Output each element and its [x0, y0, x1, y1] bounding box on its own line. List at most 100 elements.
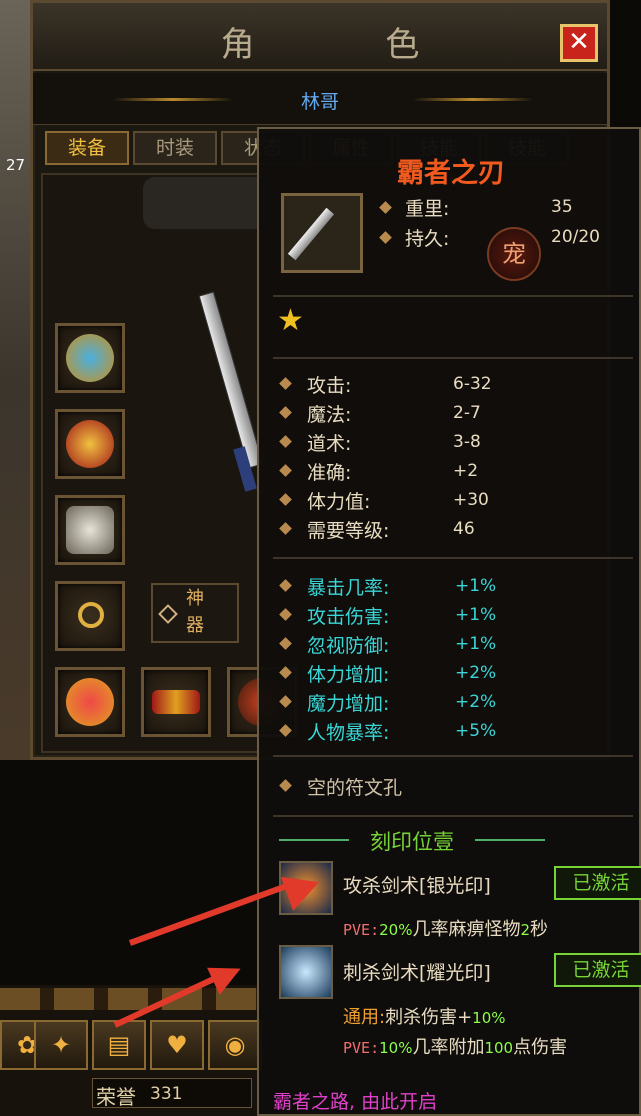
- stat-magic-value: 2-7: [453, 403, 481, 423]
- stat-taoism-value: 3-8: [453, 432, 481, 452]
- side-number: 27: [6, 156, 26, 174]
- seal-2-line1-pct: 10%: [472, 1009, 506, 1027]
- seal-1-name: 攻杀剑术[银光印]: [343, 875, 491, 897]
- window-titlebar[interactable]: 角 色 ✕: [33, 3, 607, 71]
- stat-accuracy-value: +2: [453, 461, 479, 481]
- close-button[interactable]: ✕: [560, 24, 598, 62]
- bullet-icon: [279, 724, 292, 737]
- seal-2-name: 刺杀剑术[耀光印]: [343, 962, 491, 984]
- game-world-left: [0, 0, 30, 760]
- bullet-icon: [279, 779, 292, 792]
- necklace-icon: [66, 334, 114, 382]
- mail-button[interactable]: ◉: [208, 1020, 262, 1070]
- seal-2-effect-line2: PVE:10%几率附加100点伤害: [343, 1033, 567, 1059]
- weapon-model: [198, 291, 264, 469]
- stat-hp-value: +30: [453, 490, 489, 510]
- seal-2-effect-mid: 几率附加: [412, 1037, 485, 1058]
- durability-label: 持久:: [405, 228, 450, 250]
- honor-label: 荣誉: [96, 1085, 136, 1109]
- seal-2-effect-line1: 通用:刺杀伤害+10%: [343, 1003, 506, 1029]
- bullet-icon: [279, 666, 292, 679]
- ornament-right: [413, 98, 533, 101]
- bullet-icon: [379, 231, 392, 244]
- seal-2-effect-pct: 10%: [379, 1039, 413, 1057]
- divider: [273, 557, 633, 559]
- slot-belt[interactable]: [141, 667, 211, 737]
- stat-ignore-def-label: 忽视防御:: [307, 635, 390, 657]
- stat-level-label: 需要等级:: [307, 520, 390, 542]
- seal-2-line1-prefix: 通用:: [343, 1007, 386, 1028]
- bullet-icon: [279, 608, 292, 621]
- divider: [273, 357, 633, 359]
- seal-2-effect-prefix: PVE:: [343, 1039, 380, 1057]
- stat-magic-label: 魔法:: [307, 404, 352, 426]
- seal-2-effect-end: 点伤害: [513, 1037, 568, 1058]
- stat-hp-label: 体力值:: [307, 491, 371, 513]
- stat-droprate-value: +5%: [455, 721, 497, 741]
- bullet-icon: [279, 435, 292, 448]
- sparkle-button[interactable]: ✦: [34, 1020, 88, 1070]
- slot-heart-charm[interactable]: [55, 667, 125, 737]
- pet-badge: 宠: [487, 227, 541, 281]
- seal-header: 刻印位壹: [370, 830, 454, 854]
- seal-2-status: 已激活: [554, 953, 641, 987]
- slot-bracelet[interactable]: [55, 495, 125, 565]
- seal-1-effect: PVE:20%几率麻痹怪物2秒: [343, 915, 548, 941]
- divider: [273, 755, 633, 757]
- seal-ornament-right: [475, 839, 545, 841]
- bullet-icon: [279, 406, 292, 419]
- seal-2-line1-text: 刺杀伤害+: [385, 1007, 473, 1028]
- sword-icon: [287, 207, 335, 261]
- stat-attack-label: 攻击:: [307, 375, 352, 397]
- divider: [273, 815, 633, 817]
- divider: [273, 295, 633, 297]
- slot-necklace[interactable]: [55, 323, 125, 393]
- stat-damage-label: 攻击伤害:: [307, 606, 390, 628]
- stat-hp-bonus-label: 体力增加:: [307, 664, 390, 686]
- player-name-bar: 林哥: [33, 73, 607, 125]
- medal-icon: [66, 420, 114, 468]
- seal-1-effect-end: 秒: [530, 919, 549, 940]
- radiant-seal-icon: [279, 945, 333, 999]
- item-icon-slot: [281, 193, 363, 273]
- bullet-icon: [279, 464, 292, 477]
- seal-1-effect-num: 2: [520, 921, 531, 939]
- item-tooltip: 霸者之刃 重里: 35 持久: 20/20 宠 ★ 攻击: 6-32 魔法: 2…: [257, 127, 641, 1116]
- seal-2-effect-num: 100: [484, 1039, 514, 1057]
- artifact-button[interactable]: 神器: [151, 583, 239, 643]
- belt-icon: [152, 690, 200, 714]
- slot-medal[interactable]: [55, 409, 125, 479]
- stat-crit-value: +1%: [455, 576, 497, 596]
- seal-1-status: 已激活: [554, 866, 641, 900]
- artifact-arrow-icon: [158, 604, 178, 624]
- heart-button[interactable]: ♥: [150, 1020, 204, 1070]
- artifact-label: 神器: [186, 588, 204, 636]
- heart-charm-icon: [66, 678, 114, 726]
- slot-ring[interactable]: [55, 581, 125, 651]
- equipment-panel: [41, 173, 297, 753]
- bullet-icon: [279, 377, 292, 390]
- bullet-icon: [379, 201, 392, 214]
- book-button[interactable]: ▤: [92, 1020, 146, 1070]
- durability-value: 20/20: [551, 227, 600, 247]
- stat-level-value: 46: [453, 519, 475, 539]
- bone-gauntlet-icon: [66, 506, 114, 554]
- stat-mp-bonus-value: +2%: [455, 692, 497, 712]
- tab-fashion[interactable]: 时装: [133, 131, 217, 165]
- stat-taoism-label: 道术:: [307, 433, 352, 455]
- seal-1-effect-pct: 20%: [379, 921, 413, 939]
- bottom-message: 霸者之路, 由此开启: [273, 1091, 438, 1113]
- stat-droprate-label: 人物暴率:: [307, 722, 390, 744]
- bullet-icon: [279, 695, 292, 708]
- item-name: 霸者之刃: [397, 158, 505, 189]
- bullet-icon: [279, 637, 292, 650]
- seal-1-effect-prefix: PVE:: [343, 921, 380, 939]
- stat-crit-label: 暴击几率:: [307, 577, 390, 599]
- stat-accuracy-label: 准确:: [307, 462, 352, 484]
- ring-icon: [78, 602, 104, 628]
- stat-ignore-def-value: +1%: [455, 634, 497, 654]
- star-icon: ★: [277, 303, 304, 338]
- stat-damage-value: +1%: [455, 605, 497, 625]
- tab-equipment[interactable]: 装备: [45, 131, 129, 165]
- avatar-blur: [143, 177, 273, 229]
